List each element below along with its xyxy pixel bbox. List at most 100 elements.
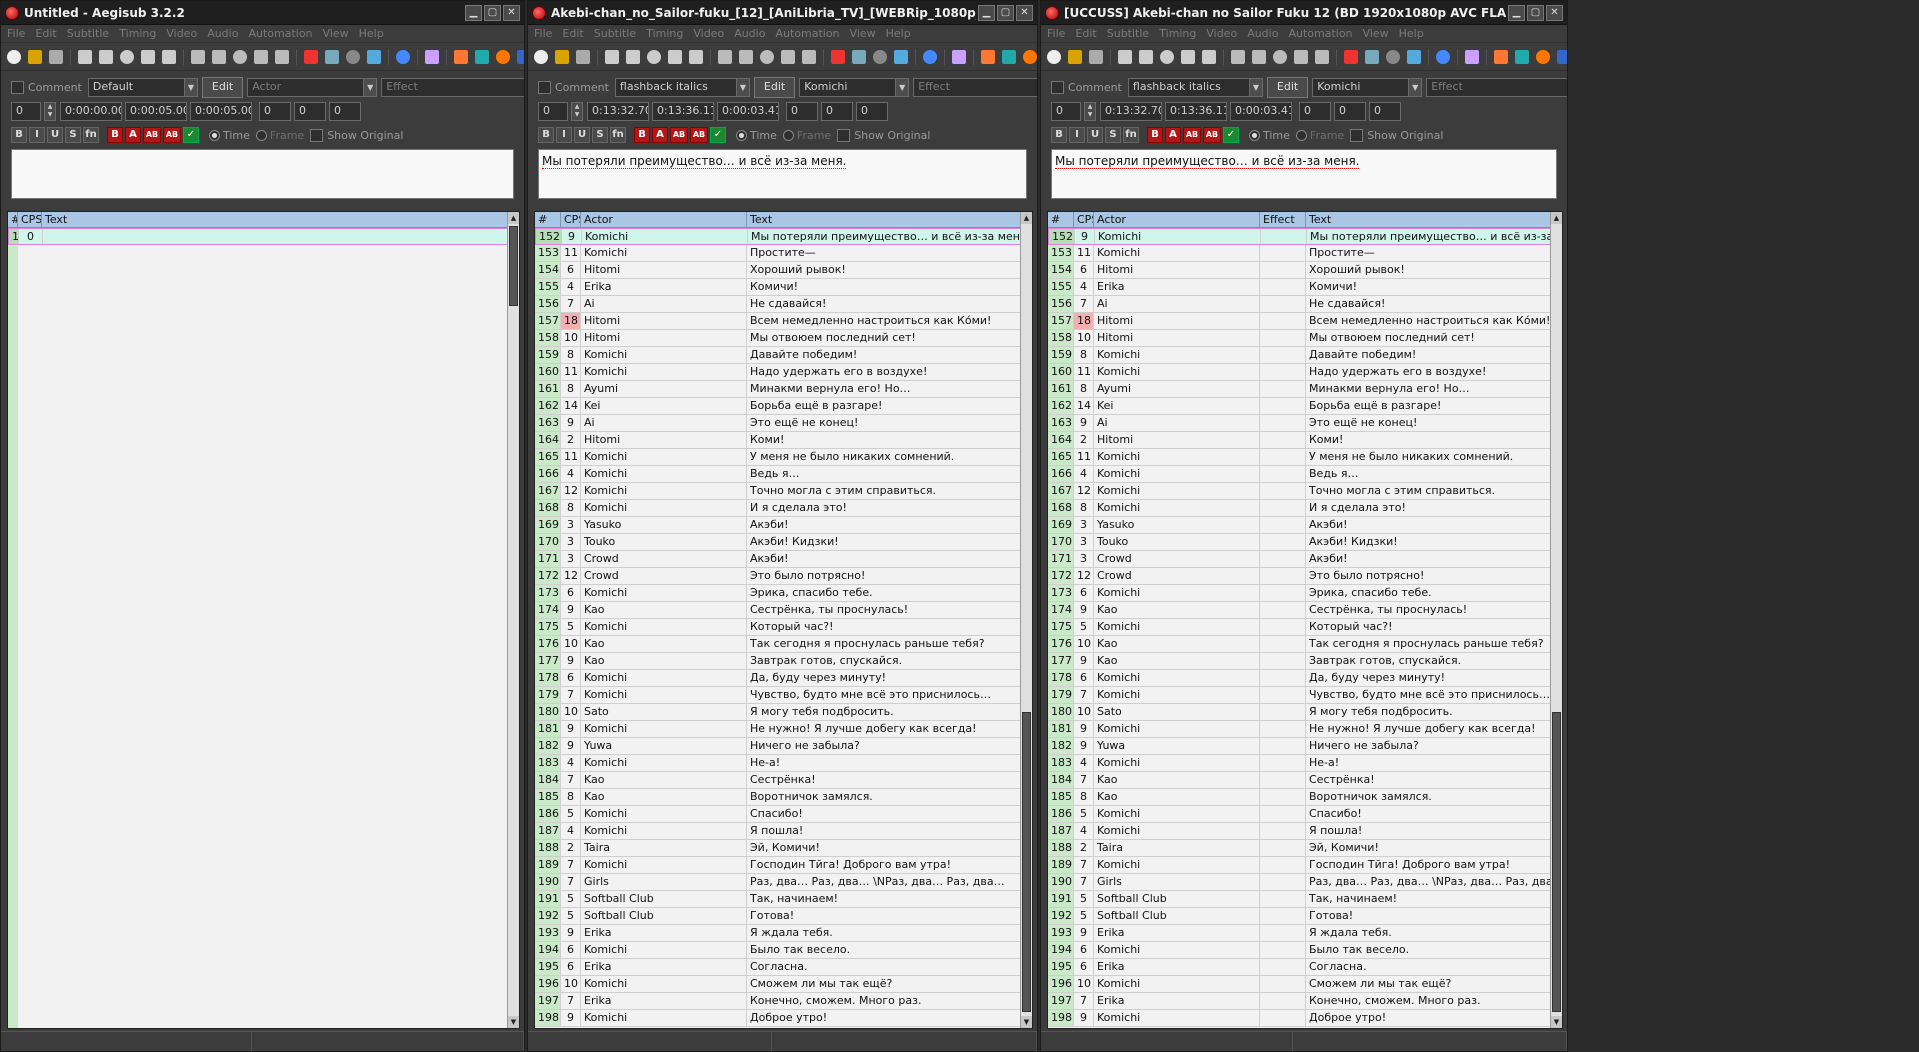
menu-view[interactable]: View — [850, 27, 876, 40]
shadow-color-button[interactable]: AB — [690, 127, 708, 143]
toolbar-tool-icon[interactable] — [647, 49, 661, 64]
toolbar-tool-icon[interactable] — [496, 49, 510, 64]
menu-help[interactable]: Help — [359, 27, 384, 40]
layer-field[interactable]: 0 — [538, 101, 568, 121]
toolbar-tool-icon[interactable] — [894, 49, 908, 64]
menu-subtitle[interactable]: Subtitle — [1107, 27, 1149, 40]
toolbar-tool-icon[interactable] — [275, 49, 289, 64]
bold-button[interactable]: B — [538, 127, 554, 143]
toolbar-tool-icon[interactable] — [141, 49, 155, 64]
table-row[interactable]: 198 9 Komichi Доброе утро! — [1048, 1010, 1562, 1027]
table-row[interactable]: 161 8 Ayumi Минакми вернула его! Но… — [1048, 381, 1562, 398]
table-row[interactable]: 175 5 Komichi Который час?! — [1048, 619, 1562, 636]
table-row[interactable]: 156 7 Ai Не сдавайся! — [535, 296, 1032, 313]
table-row[interactable]: 183 4 Komichi Не-а! — [1048, 755, 1562, 772]
menu-timing[interactable]: Timing — [1159, 27, 1196, 40]
table-row[interactable]: 197 7 Erika Конечно, сможем. Много раз. — [535, 993, 1032, 1010]
subtitle-text-editor[interactable]: Мы потеряли преимущество… и всё из-за ме… — [1051, 149, 1557, 199]
end-time-field[interactable]: 0:13:36.11 — [1165, 101, 1227, 121]
column-header-cps[interactable]: CPS — [1074, 212, 1094, 227]
table-row[interactable]: 181 9 Komichi Не нужно! Я лучше добегу как … — [535, 721, 1032, 738]
margin-l-field[interactable]: 0 — [1299, 101, 1331, 121]
table-row[interactable]: 192 5 Softball Club Готова! — [1048, 908, 1562, 925]
menu-view[interactable]: View — [323, 27, 349, 40]
table-row[interactable]: 154 6 Hitomi Хороший рывок! — [535, 262, 1032, 279]
toolbar-tool-icon[interactable] — [7, 49, 21, 64]
maximize-button[interactable]: ▢ — [1527, 4, 1544, 21]
column-header-actor[interactable]: Actor — [581, 212, 747, 227]
menu-audio[interactable]: Audio — [734, 27, 765, 40]
menu-video[interactable]: Video — [166, 27, 197, 40]
table-row[interactable]: 152 9 Komichi Мы потеряли преимущество… и в… — [1048, 228, 1562, 245]
toolbar-tool-icon[interactable] — [668, 49, 682, 64]
grid-scrollbar[interactable]: ▲ ▼ — [507, 212, 519, 1028]
table-row[interactable]: 176 10 Kao Так сегодня я проснулась раньше … — [1048, 636, 1562, 653]
toolbar-tool-icon[interactable] — [1465, 49, 1479, 64]
menu-automation[interactable]: Automation — [1288, 27, 1352, 40]
margin-v-field[interactable]: 0 — [1369, 101, 1401, 121]
table-row[interactable]: 168 8 Komichi И я сделала это! — [535, 500, 1032, 517]
style-dropdown[interactable]: Default ▼ — [87, 77, 198, 97]
table-row[interactable]: 159 8 Komichi Давайте победим! — [535, 347, 1032, 364]
toolbar-tool-icon[interactable] — [99, 49, 113, 64]
toolbar-tool-icon[interactable] — [555, 49, 569, 64]
table-row[interactable]: 169 3 Yasuko Акэби! — [1048, 517, 1562, 534]
show-original-checkbox[interactable] — [837, 128, 851, 142]
scroll-up-icon[interactable]: ▲ — [1021, 212, 1032, 224]
toolbar-tool-icon[interactable] — [78, 49, 92, 64]
column-header-cps[interactable]: CPS — [18, 212, 42, 227]
table-row[interactable]: 166 4 Komichi Ведь я… — [535, 466, 1032, 483]
toolbar-tool-icon[interactable] — [1294, 49, 1308, 64]
table-row[interactable]: 196 10 Komichi Сможем ли мы так ещё? — [535, 976, 1032, 993]
table-row[interactable]: 177 9 Kao Завтрак готов, спускайся. — [535, 653, 1032, 670]
table-row[interactable]: 185 8 Kao Воротничок замялся. — [1048, 789, 1562, 806]
close-button[interactable]: ✕ — [1016, 4, 1033, 21]
edit-style-button[interactable]: Edit — [1266, 76, 1309, 98]
actor-combo[interactable]: Komichi ▼ — [799, 77, 910, 97]
edit-style-button[interactable]: Edit — [201, 76, 244, 98]
menu-edit[interactable]: Edit — [1075, 27, 1096, 40]
toolbar-tool-icon[interactable] — [534, 49, 548, 64]
scroll-down-icon[interactable]: ▼ — [1551, 1016, 1562, 1028]
column-header-number[interactable]: # — [8, 212, 18, 227]
table-row[interactable]: 189 7 Komichi Господин Тйга! Доброго вам ут… — [1048, 857, 1562, 874]
end-time-field[interactable]: 0:13:36.11 — [652, 101, 714, 121]
underline-button[interactable]: U — [574, 127, 590, 143]
scroll-thumb[interactable] — [509, 226, 518, 306]
table-row[interactable]: 195 6 Erika Согласна. — [1048, 959, 1562, 976]
table-row[interactable]: 182 9 Yuwa Ничего не забыла? — [1048, 738, 1562, 755]
table-row[interactable]: 157 18 Hitomi Всем немедленно настроиться к… — [1048, 313, 1562, 330]
table-row[interactable]: 190 7 Girls Раз, два… Раз, два… \NРаз, два…… — [1048, 874, 1562, 891]
table-row[interactable]: 163 9 Ai Это ещё не конец! — [1048, 415, 1562, 432]
table-row[interactable]: 188 2 Taira Эй, Комичи! — [1048, 840, 1562, 857]
outline-color-button[interactable]: AB — [670, 127, 688, 143]
time-radio[interactable] — [1249, 129, 1260, 141]
toolbar-tool-icon[interactable] — [304, 49, 318, 64]
toolbar-tool-icon[interactable] — [1023, 49, 1037, 64]
menu-subtitle[interactable]: Subtitle — [594, 27, 636, 40]
toolbar-tool-icon[interactable] — [1118, 49, 1132, 64]
secondary-color-button[interactable]: A — [1165, 127, 1181, 143]
scroll-up-icon[interactable]: ▲ — [508, 212, 519, 224]
toolbar-tool-icon[interactable] — [689, 49, 703, 64]
start-time-field[interactable]: 0:00:00.00 — [60, 101, 122, 121]
table-row[interactable]: 174 9 Kao Сестрёнка, ты проснулась! — [1048, 602, 1562, 619]
italic-button[interactable]: I — [1069, 127, 1085, 143]
subtitle-grid[interactable]: #CPSActorEffectText1529KomichiМы потерял… — [1047, 211, 1563, 1029]
margin-r-field[interactable]: 0 — [294, 101, 326, 121]
table-row[interactable]: 160 11 Komichi Надо удержать его в воздухе! — [1048, 364, 1562, 381]
table-row[interactable]: 179 7 Komichi Чувство, будто мне всё это пр… — [535, 687, 1032, 704]
close-button[interactable]: ✕ — [503, 4, 520, 21]
table-row[interactable]: 153 11 Komichi Простите— — [1048, 245, 1562, 262]
grid-scrollbar[interactable]: ▲ ▼ — [1020, 212, 1032, 1028]
scroll-down-icon[interactable]: ▼ — [508, 1016, 519, 1028]
menu-help[interactable]: Help — [1399, 27, 1424, 40]
toolbar-tool-icon[interactable] — [952, 49, 966, 64]
layer-field[interactable]: 0 — [1051, 101, 1081, 121]
table-row[interactable]: 157 18 Hitomi Всем немедленно настроиться к… — [535, 313, 1032, 330]
table-row[interactable]: 193 9 Erika Я ждала тебя. — [535, 925, 1032, 942]
column-header-text[interactable]: Text — [42, 212, 508, 227]
title-bar[interactable]: Untitled - Aegisub 3.2.2 ▁ ▢ ✕ — [1, 1, 524, 25]
start-time-field[interactable]: 0:13:32.70 — [1100, 101, 1162, 121]
column-header-text[interactable]: Text — [1306, 212, 1551, 227]
